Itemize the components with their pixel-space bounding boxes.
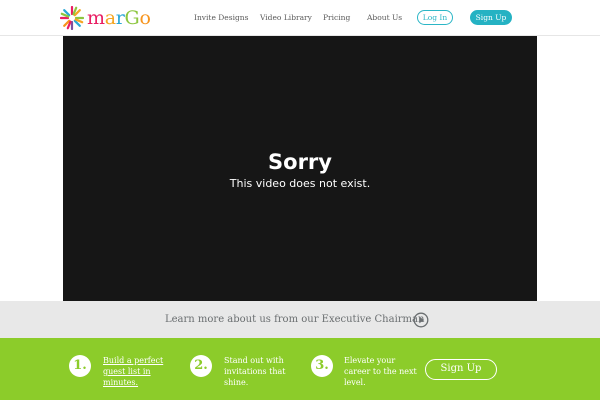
step-3-text: Elevate your career to the next level. <box>344 355 424 388</box>
step-2-number: 2. <box>190 355 212 377</box>
step-2-line-2: invitations that <box>224 367 286 376</box>
step-2-text: Stand out with invitations that shine. <box>224 355 304 388</box>
step-3-line-1: Elevate your <box>344 356 396 365</box>
step-1-line-2: guest list in <box>103 367 151 376</box>
sunburst-logo-icon <box>60 6 84 30</box>
executive-chairman-link[interactable]: Learn more about us from our Executive C… <box>165 301 424 338</box>
step-3-line-2: career to the next <box>344 367 417 376</box>
margo-logo[interactable]: marGo <box>60 5 151 31</box>
step-3-line-3: level. <box>344 378 366 387</box>
step-1-line-3: minutes. <box>103 378 139 387</box>
signup-button-footer[interactable]: Sign Up <box>425 359 497 380</box>
video-error-title: Sorry <box>268 150 332 174</box>
step-1-link[interactable]: Build a perfect guest list in minutes. <box>103 355 173 388</box>
login-button[interactable]: Log In <box>417 10 453 25</box>
brand-letter-r: r <box>115 7 125 29</box>
nav-pricing[interactable]: Pricing <box>323 0 350 36</box>
brand-letter-m: m <box>87 7 105 29</box>
signup-button-header[interactable]: Sign Up <box>470 10 512 25</box>
step-1-number: 1. <box>69 355 91 377</box>
nav-video-library[interactable]: Video Library <box>260 0 312 36</box>
brand-name: marGo <box>87 7 151 29</box>
play-icon[interactable] <box>413 312 429 328</box>
brand-letter-G: G <box>124 7 140 29</box>
video-error-message: This video does not exist. <box>229 177 371 190</box>
video-player[interactable]: Sorry This video does not exist. <box>63 36 537 301</box>
nav-invite-designs[interactable]: Invite Designs <box>194 0 248 36</box>
site-header: marGo Invite Designs Video Library Prici… <box>0 0 600 36</box>
step-1-line-1: Build a perfect <box>103 356 164 365</box>
step-2-line-1: Stand out with <box>224 356 284 365</box>
executive-chairman-strip: Learn more about us from our Executive C… <box>0 301 600 338</box>
step-3-number: 3. <box>311 355 333 377</box>
nav-about-us[interactable]: About Us <box>367 0 402 36</box>
brand-letter-a: a <box>104 7 116 29</box>
step-2-line-3: shine. <box>224 378 249 387</box>
brand-letter-o: o <box>139 7 151 29</box>
